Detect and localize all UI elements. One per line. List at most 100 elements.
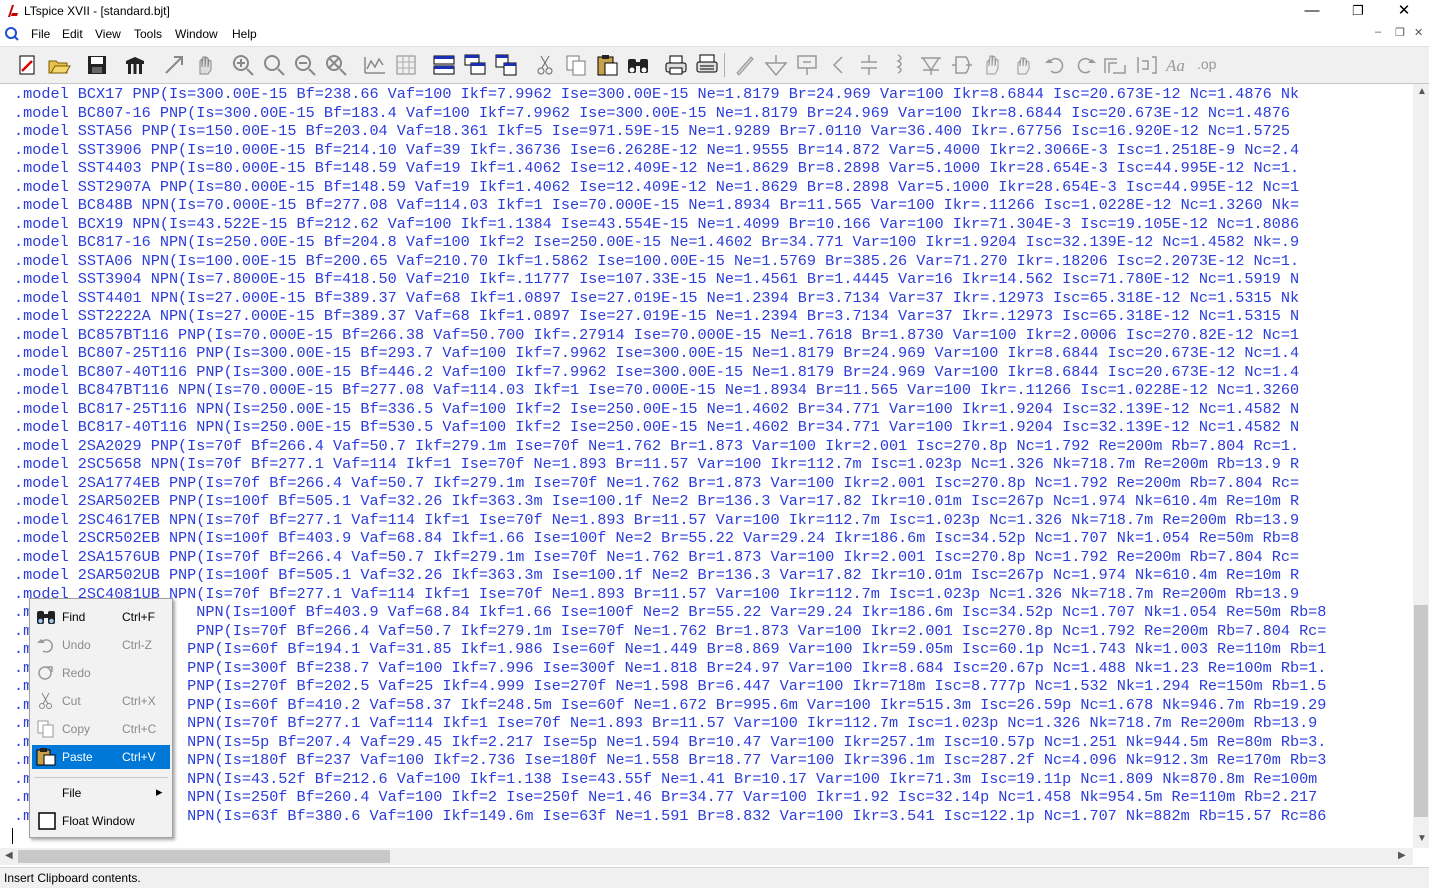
grid-icon[interactable] bbox=[394, 53, 418, 77]
zoom-fit-icon[interactable] bbox=[324, 53, 348, 77]
model-line[interactable]: .model SST2222A NPN(Is=27.000E-15 Bf=389… bbox=[14, 307, 1299, 326]
move-icon[interactable] bbox=[981, 53, 1005, 77]
spice-directive-icon[interactable]: .op bbox=[1196, 53, 1220, 77]
cascade-icon[interactable] bbox=[463, 53, 487, 77]
save-icon[interactable] bbox=[85, 53, 109, 77]
model-line[interactable]: .model 2SA1576UB PNP(Is=70f Bf=266.4 Vaf… bbox=[14, 548, 1299, 567]
context-item-file[interactable]: File ▸ bbox=[32, 781, 170, 805]
scroll-left-icon[interactable]: ◀ bbox=[5, 850, 13, 861]
tile-horizontal-icon[interactable] bbox=[432, 53, 456, 77]
scroll-right-icon[interactable]: ▶ bbox=[1398, 850, 1406, 861]
menu-view[interactable]: View bbox=[95, 27, 121, 41]
new-schematic-icon[interactable] bbox=[16, 53, 40, 77]
zoom-out-icon[interactable] bbox=[293, 53, 317, 77]
horizontal-scrollbar[interactable]: ◀ ▶ bbox=[0, 848, 1413, 865]
zoom-in-icon[interactable] bbox=[231, 53, 255, 77]
copy-icon[interactable] bbox=[564, 53, 588, 77]
undo-icon[interactable] bbox=[1043, 53, 1067, 77]
tile-vertical-icon[interactable] bbox=[494, 53, 518, 77]
mdi-minimize-button[interactable]: – bbox=[1375, 26, 1381, 38]
restore-button[interactable]: ❐ bbox=[1335, 0, 1381, 24]
open-icon[interactable] bbox=[47, 53, 71, 77]
vertical-scrollbar[interactable]: ▲ ▼ bbox=[1413, 84, 1429, 848]
context-item-redo[interactable]: Redo bbox=[32, 661, 170, 685]
menu-help[interactable]: Help bbox=[232, 27, 257, 41]
model-line[interactable]: .model BC807-25T116 PNP(Is=300.00E-15 Bf… bbox=[14, 344, 1299, 363]
capacitor-icon[interactable] bbox=[857, 53, 881, 77]
model-line[interactable]: .model 2SA2029 PNP(Is=70f Bf=266.4 Vaf=5… bbox=[14, 437, 1299, 456]
model-line[interactable]: .model BC857BT116 PNP(Is=70.000E-15 Bf=2… bbox=[14, 326, 1299, 345]
context-item-undo[interactable]: Undo Ctrl-Z bbox=[32, 633, 170, 657]
context-item-cut[interactable]: Cut Ctrl+X bbox=[32, 689, 170, 713]
model-line[interactable]: .m PNP(Is=300f Bf=238.7 Vaf=100 Ikf=7.99… bbox=[14, 659, 1326, 678]
model-line[interactable]: .m NPN(Is=43.52f Bf=212.6 Vaf=100 Ikf=1.… bbox=[14, 770, 1317, 789]
model-line[interactable]: .m NPN(Is=250f Bf=260.4 Vaf=100 Ikf=2 Is… bbox=[14, 788, 1317, 807]
inductor-icon[interactable] bbox=[888, 53, 912, 77]
model-line[interactable]: .m PNP(Is=60f Bf=410.2 Vaf=58.37 Ikf=248… bbox=[14, 696, 1326, 715]
scroll-up-icon[interactable]: ▲ bbox=[1417, 86, 1427, 97]
context-item-paste[interactable]: Paste Ctrl+V bbox=[32, 745, 170, 769]
redo-icon[interactable] bbox=[1074, 53, 1098, 77]
vertical-scroll-thumb[interactable] bbox=[1414, 605, 1428, 817]
context-item-float-window[interactable]: Float Window bbox=[32, 809, 170, 833]
find-icon[interactable] bbox=[626, 53, 650, 77]
model-line[interactable]: .model 2SC4081UB NPN(Is=70f Bf=277.1 Vaf… bbox=[14, 585, 1299, 604]
label-net-icon[interactable] bbox=[795, 53, 819, 77]
model-line[interactable]: .model SSTA56 PNP(Is=150.00E-15 Bf=203.0… bbox=[14, 122, 1290, 141]
netlist-editor[interactable]: .model BCX17 PNP(Is=300.00E-15 Bf=238.66… bbox=[0, 84, 1413, 848]
context-item-copy[interactable]: Copy Ctrl+C bbox=[32, 717, 170, 741]
resistor-icon[interactable] bbox=[826, 53, 850, 77]
mirror-icon[interactable] bbox=[1134, 53, 1158, 77]
print-setup-icon[interactable] bbox=[695, 53, 719, 77]
mdi-restore-button[interactable]: ❐ bbox=[1395, 26, 1405, 39]
model-line[interactable]: .model SSTA06 NPN(Is=100.00E-15 Bf=200.6… bbox=[14, 252, 1299, 271]
model-line[interactable]: .model SST3906 PNP(Is=10.000E-15 Bf=214.… bbox=[14, 141, 1299, 160]
drag-icon[interactable] bbox=[1012, 53, 1036, 77]
scroll-down-icon[interactable]: ▼ bbox=[1417, 833, 1427, 844]
model-line[interactable]: .model BC847BT116 NPN(Is=70.000E-15 Bf=2… bbox=[14, 381, 1299, 400]
model-line[interactable]: .m NPN(Is=70f Bf=277.1 Vaf=114 Ikf=1 Ise… bbox=[14, 714, 1317, 733]
menu-file[interactable]: File bbox=[31, 27, 50, 41]
text-icon[interactable]: Aa bbox=[1165, 53, 1189, 77]
model-line[interactable]: .model BC848B NPN(Is=70.000E-15 Bf=277.0… bbox=[14, 196, 1299, 215]
model-line[interactable]: .m NPN(Is=63f Bf=380.6 Vaf=100 Ikf=149.6… bbox=[14, 807, 1326, 826]
ground-icon[interactable] bbox=[764, 53, 788, 77]
model-line[interactable]: .model 2SAR502UB PNP(Is=100f Bf=505.1 Va… bbox=[14, 566, 1299, 585]
cut-icon[interactable] bbox=[533, 53, 557, 77]
document-icon[interactable] bbox=[4, 26, 20, 42]
wire-icon[interactable] bbox=[733, 53, 757, 77]
model-line[interactable]: .model 2SA1774EB PNP(Is=70f Bf=266.4 Vaf… bbox=[14, 474, 1299, 493]
model-line[interactable]: .model 2SCR502EB NPN(Is=100f Bf=403.9 Va… bbox=[14, 529, 1299, 548]
model-line[interactable]: .model BC807-40T116 PNP(Is=300.00E-15 Bf… bbox=[14, 363, 1299, 382]
context-item-find[interactable]: Find Ctrl+F bbox=[32, 605, 170, 629]
zoom-pan-icon[interactable] bbox=[262, 53, 286, 77]
control-panel-icon[interactable] bbox=[123, 53, 147, 77]
rotate-icon[interactable] bbox=[1103, 53, 1127, 77]
menu-window[interactable]: Window bbox=[175, 27, 218, 41]
model-line[interactable]: .model BC807-16 PNP(Is=300.00E-15 Bf=183… bbox=[14, 104, 1290, 123]
menu-tools[interactable]: Tools bbox=[134, 27, 162, 41]
model-line[interactable]: .model BC817-40T116 NPN(Is=250.00E-15 Bf… bbox=[14, 418, 1299, 437]
close-button[interactable]: ✕ bbox=[1381, 0, 1427, 24]
diode-icon[interactable] bbox=[919, 53, 943, 77]
run-icon[interactable] bbox=[162, 53, 186, 77]
component-icon[interactable] bbox=[950, 53, 974, 77]
model-line[interactable]: .model SST4401 NPN(Is=27.000E-15 Bf=389.… bbox=[14, 289, 1299, 308]
model-line[interactable]: .model SST2907A PNP(Is=80.000E-15 Bf=148… bbox=[14, 178, 1299, 197]
model-line[interactable]: .model BCX17 PNP(Is=300.00E-15 Bf=238.66… bbox=[14, 85, 1299, 104]
model-line[interactable]: .model BCX19 NPN(Is=43.522E-15 Bf=212.62… bbox=[14, 215, 1299, 234]
model-line[interactable]: .m NPN(Is=5p Bf=207.4 Vaf=29.45 Ikf=2.21… bbox=[14, 733, 1326, 752]
model-line[interactable]: .m NPN(Is=100f Bf=403.9 Vaf=68.84 Ikf=1.… bbox=[14, 603, 1326, 622]
model-line[interactable]: .m PNP(Is=60f Bf=194.1 Vaf=31.85 Ikf=1.9… bbox=[14, 640, 1326, 659]
horizontal-scroll-thumb[interactable] bbox=[18, 850, 390, 863]
model-line[interactable]: .model 2SC4617EB NPN(Is=70f Bf=277.1 Vaf… bbox=[14, 511, 1299, 530]
model-line[interactable]: .model BC817-25T116 NPN(Is=250.00E-15 Bf… bbox=[14, 400, 1299, 419]
model-line[interactable]: .m PNP(Is=270f Bf=202.5 Vaf=25 Ikf=4.999… bbox=[14, 677, 1326, 696]
model-line[interactable]: .model BC817-16 NPN(Is=250.00E-15 Bf=204… bbox=[14, 233, 1299, 252]
halt-icon[interactable] bbox=[193, 53, 217, 77]
model-line[interactable]: .model 2SAR502EB PNP(Is=100f Bf=505.1 Va… bbox=[14, 492, 1299, 511]
paste-icon[interactable] bbox=[595, 53, 619, 77]
print-icon[interactable] bbox=[664, 53, 688, 77]
model-line[interactable]: .m NPN(Is=180f Bf=237 Vaf=100 Ikf=2.736 … bbox=[14, 751, 1326, 770]
model-line[interactable]: .model SST3904 NPN(Is=7.8000E-15 Bf=418.… bbox=[14, 270, 1299, 289]
